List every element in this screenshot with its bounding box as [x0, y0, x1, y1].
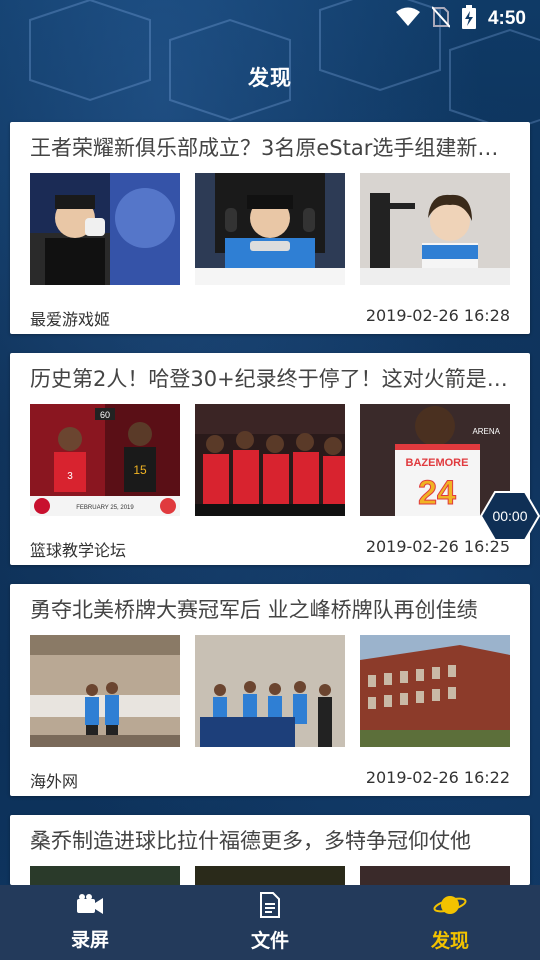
svg-text:ARENA: ARENA: [472, 427, 500, 436]
app-bar: 发现: [0, 38, 540, 116]
tab-label: 文件: [250, 930, 289, 952]
article-source: 海外网: [30, 772, 79, 791]
article-meta: 最爱游戏姬 2019-02-26 16:28: [30, 306, 510, 330]
svg-text:15: 15: [133, 463, 147, 477]
thumbnail-image: [195, 404, 345, 516]
article-card[interactable]: 历史第2人！哈登30+纪录终于停了！这对火箭是好事 60 3 15 FEBRUA…: [10, 353, 530, 565]
clock: 4:50: [487, 8, 526, 29]
bottom-tab-bar: 录屏 文件 发现: [0, 885, 540, 960]
timer-text: 00:00: [492, 508, 528, 524]
tab-label: 发现: [430, 930, 469, 952]
thumbnail-image: 60 3 15 FEBRUARY 25, 2019: [30, 404, 180, 516]
thumbnail-row: [30, 173, 510, 285]
article-card[interactable]: 桑乔制造进球比拉什福德更多，多特争冠仰仗他: [10, 815, 530, 885]
status-bar: 4:50: [0, 0, 540, 38]
wifi-icon: [395, 7, 420, 31]
article-meta: 篮球教学论坛 2019-02-26 16:25: [30, 537, 510, 561]
thumbnail-image: [30, 866, 180, 885]
article-source: 篮球教学论坛: [30, 541, 127, 560]
floating-record-timer[interactable]: 00:00: [480, 490, 540, 542]
page-title: 发现: [248, 66, 292, 90]
thumbnail-image: [30, 173, 180, 285]
thumbnail-image: [360, 635, 510, 747]
thumbnail-row: [30, 635, 510, 747]
svg-text:24: 24: [418, 474, 456, 512]
thumbnail-image: [360, 173, 510, 285]
thumbnail-image: [195, 866, 345, 885]
svg-text:FEBRUARY 25, 2019: FEBRUARY 25, 2019: [76, 505, 134, 511]
svg-text:60: 60: [100, 410, 110, 420]
thumbnail-image: [195, 635, 345, 747]
article-card[interactable]: 勇夺北美桥牌大赛冠军后 业之峰桥牌队再创佳绩 海外网 2019-02-26 16…: [10, 584, 530, 796]
article-title: 桑乔制造进球比拉什福德更多，多特争冠仰仗他: [30, 829, 471, 853]
article-source: 最爱游戏姬: [30, 310, 111, 329]
thumbnail-row: [30, 866, 510, 885]
no-sim-icon: [431, 6, 451, 32]
article-title: 勇夺北美桥牌大赛冠军后 业之峰桥牌队再创佳绩: [30, 598, 478, 622]
video-camera-icon: [75, 893, 105, 921]
tab-label: 录屏: [70, 929, 109, 951]
article-title: 历史第2人！哈登30+纪录终于停了！这对火箭是好事: [30, 367, 510, 391]
tab-discover[interactable]: 发现: [360, 885, 540, 960]
article-time: 2019-02-26 16:22: [365, 768, 510, 787]
article-time: 2019-02-26 16:28: [365, 306, 510, 325]
article-meta: 海外网 2019-02-26 16:22: [30, 768, 510, 792]
battery-charging-icon: [461, 5, 476, 33]
thumbnail-image: [360, 866, 510, 885]
tab-files[interactable]: 文件: [180, 885, 360, 960]
article-card[interactable]: 王者荣耀新俱乐部成立？3名原eStar选手组建新战队 最爱游戏姬 2019-02…: [10, 122, 530, 334]
thumbnail-image: [30, 635, 180, 747]
article-title: 王者荣耀新俱乐部成立？3名原eStar选手组建新战队: [30, 136, 510, 160]
thumbnail-row: 60 3 15 FEBRUARY 25, 2019 ARENA BAZEMORE…: [30, 404, 510, 516]
tab-record[interactable]: 录屏: [0, 885, 180, 960]
article-feed[interactable]: 王者荣耀新俱乐部成立？3名原eStar选手组建新战队 最爱游戏姬 2019-02…: [10, 122, 530, 904]
svg-text:BAZEMORE: BAZEMORE: [406, 457, 469, 469]
document-icon: [258, 892, 282, 922]
svg-text:3: 3: [67, 471, 73, 482]
planet-icon: [433, 892, 467, 922]
thumbnail-image: [195, 173, 345, 285]
